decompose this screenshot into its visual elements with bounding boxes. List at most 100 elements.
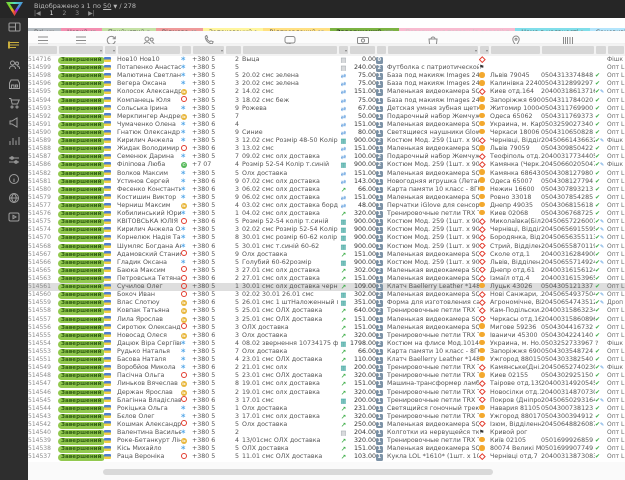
pen-icon: ✎ <box>600 235 604 241</box>
status-tab-4[interactable]: Запакований1 <box>203 18 264 31</box>
status-tab-2[interactable]: Прийнятий7 <box>102 18 156 31</box>
ukraine-flag-icon <box>104 373 111 378</box>
order-row[interactable]: 514563ЗавершенийПетровська Тетяна+380 62… <box>28 275 625 283</box>
filter-input-product[interactable] <box>388 46 478 54</box>
sidebar-item-settings-sliders[interactable] <box>0 151 28 170</box>
order-row[interactable]: 514594ЗавершенийКомпанець Юля+380 5318.0… <box>28 97 625 105</box>
order-row[interactable]: 514553ЗавершенийРудько Наталья*+380 57Ол… <box>28 348 625 356</box>
sidebar-item-announce[interactable] <box>0 113 28 132</box>
status-tab-1[interactable]: Новий48 <box>61 18 102 31</box>
filter-input-city[interactable] <box>491 46 540 54</box>
filter-input-count[interactable] <box>226 46 241 54</box>
page-button-3[interactable]: 3 <box>75 10 79 17</box>
filter-input-qty[interactable] <box>377 46 386 54</box>
filter-input-status[interactable] <box>59 46 103 54</box>
order-row[interactable]: 514560ЗавершенийБокоч Иван+380 5302.02 3… <box>28 291 625 299</box>
order-row[interactable]: 514539ЗавершенийРоке-Бетанкурт Лін...lc+… <box>28 437 625 445</box>
filter-input-price[interactable] <box>350 46 375 54</box>
status-tab-5[interactable]: Відправлений12 <box>263 18 330 31</box>
order-row[interactable]: 514596ЗавершенийВегера Оксана*+380 5320.… <box>28 80 625 88</box>
status-tab-7[interactable]: Повернення товару (в дорозі)0 <box>399 18 515 31</box>
order-row[interactable]: 514589ЗавершенийКирилич Анжела*+380 5312… <box>28 137 625 145</box>
order-row[interactable]: 514582ЗавершенийВолков Максим*+380 55Олх… <box>28 170 625 178</box>
page-button-1[interactable]: 1 <box>50 10 54 17</box>
order-row[interactable]: 514591ЗавершенийЧумаченко Олена*+380 64⇄… <box>28 121 625 129</box>
filter-input-mark[interactable] <box>596 46 606 54</box>
order-row[interactable]: 514549ЗавершенийВоробйов Микола*+380 622… <box>28 364 625 372</box>
filter-input-name[interactable] <box>118 46 180 54</box>
order-row[interactable]: 514595ЗавершенийКолосок Александрlc+380 … <box>28 88 625 96</box>
ttn-status-cell: ✔✎ <box>595 397 607 405</box>
order-row[interactable]: 514542ЗавершенийКошмак Александр+380 55О… <box>28 421 625 429</box>
order-row[interactable]: 514566ЗавершенийГладик Оксана*+380 55Гол… <box>28 259 625 267</box>
order-row[interactable]: 514540ЗавершенийВалентина Васильє...*+38… <box>28 429 625 437</box>
order-row[interactable]: 514557ЗавершенийЛила Ярославlc+380 5325.… <box>28 316 625 324</box>
order-row[interactable]: 514570ЗавершенийКорнелюк Надія Та...*+38… <box>28 234 625 242</box>
qty-cell: 1 <box>376 202 387 210</box>
order-row[interactable]: 514538ЗавершенийКісь Михайло*+380 55ОЛХ … <box>28 445 625 453</box>
sidebar-item-info[interactable] <box>0 170 28 189</box>
sidebar-item-clients[interactable] <box>0 56 28 75</box>
order-row[interactable]: 514547ЗавершенийЛиньков Вячеславlc+380 5… <box>28 380 625 388</box>
filter-input-phone[interactable] <box>193 46 224 54</box>
first-page-button[interactable]: |◀ <box>34 10 41 17</box>
order-row[interactable]: 514567ЗавершенийАдамовский Станис...+380… <box>28 251 625 259</box>
page-button-2[interactable]: 2 <box>62 10 66 17</box>
order-row[interactable]: 514588ЗавершенийЖидак Володимир+380 6313… <box>28 145 625 153</box>
order-row[interactable]: 514577ЗавершенийЧерниш Максимlc+380 5403… <box>28 202 625 210</box>
filter-input-mgr[interactable] <box>608 46 624 54</box>
sidebar-item-globe[interactable] <box>0 189 28 208</box>
ttn-number: 20400318613716 <box>541 88 595 96</box>
order-row[interactable]: 514574ЗавершенийКирилич Анжела Ол...*+38… <box>28 226 625 234</box>
filter-input-comment[interactable] <box>243 46 337 54</box>
order-row[interactable]: 514543ЗавершенийБєлов Олег*+380 5317.01 … <box>28 413 625 421</box>
sidebar-item-stats[interactable] <box>0 132 28 151</box>
order-row[interactable]: 514568ЗавершенийШумляс Богдана Ан...*+38… <box>28 243 625 251</box>
order-row[interactable]: 514590ЗавершенийГнатюк Олександр*+380 59… <box>28 129 625 137</box>
order-row[interactable]: 514599ЗавершенийПотапенко Анастас...*+38… <box>28 64 625 72</box>
order-row[interactable]: 514581ЗавершенийУстинов Сергей*+380 6907… <box>28 178 625 186</box>
status-tab-6[interactable]: Завершений278 <box>330 18 399 31</box>
filter-input-id[interactable] <box>29 46 57 54</box>
horizontal-scrollbar[interactable] <box>103 469 493 475</box>
order-row[interactable]: 514545ЗавершенийБлагінна Владіслава+380 … <box>28 397 625 405</box>
order-row[interactable]: 514554ЗавершенийДацюк Віра Сергіївна*+38… <box>28 340 625 348</box>
last-page-button[interactable]: ▶| <box>88 10 95 17</box>
status-tab-3[interactable]: Відмова42 <box>156 18 203 31</box>
filter-input-ttn[interactable] <box>542 46 594 54</box>
order-row[interactable]: 514580ЗавершенийФесенко Константин*+380 … <box>28 186 625 194</box>
order-row[interactable]: 514575ЗавершенийКВІТОВСЬКА ЮЛІЯ+380 65Ро… <box>28 218 625 226</box>
order-row[interactable]: 514546ЗавершенийДержан Ярославlc+380 521… <box>28 388 625 396</box>
order-comment: 17.01 смс <box>242 397 338 405</box>
sidebar-item-dashboard[interactable] <box>0 18 28 37</box>
order-row[interactable]: 514593ЗавершенийСольська Ірина*+380 59Ро… <box>28 105 625 113</box>
page-size-dropdown[interactable]: 50 <box>103 2 111 10</box>
order-row[interactable]: 514716ЗавершенийНов10 Нов10*+380 52Выца▤… <box>28 56 625 64</box>
sidebar-item-store[interactable] <box>0 75 28 94</box>
order-row[interactable]: 514556ЗавершенийСиротюк Олександр+380 53… <box>28 324 625 332</box>
order-row[interactable]: 514565ЗавершенийБаюка Максим+380 5327.01… <box>28 267 625 275</box>
order-id: 514598 <box>28 72 58 80</box>
order-row[interactable]: 514598ЗавершенийМалютина Светлана*+380 5… <box>28 72 625 80</box>
sidebar-item-orders-list[interactable] <box>0 37 28 56</box>
order-row[interactable]: 514544ЗавершенийРокіцька Ольга*+380 51Ол… <box>28 405 625 413</box>
order-row[interactable]: 514559ЗавершенийВлас Слотюуlc+380 6526.0… <box>28 299 625 307</box>
order-row[interactable]: 514558ЗавершенийКовпак Татьянаlc+380 552… <box>28 307 625 315</box>
sidebar-item-video[interactable] <box>0 208 28 227</box>
status-tab-8[interactable]: Нема в наявності1 <box>515 18 589 31</box>
order-row[interactable]: 514579ЗавершенийКостишин Виктор*+380 590… <box>28 194 625 202</box>
order-row[interactable]: 514592ЗавершенийМеркпингер Андрейlc+380 … <box>28 113 625 121</box>
filter-input-src[interactable] <box>182 46 191 54</box>
order-row[interactable]: 514551ЗавершенийБасова Наталя*+380 5423.… <box>28 356 625 364</box>
status-tab-9[interactable]: Самовивіз2 <box>590 18 625 31</box>
status-tab-0[interactable]: Всі471 <box>28 18 61 31</box>
sidebar-item-cart[interactable] <box>0 94 28 113</box>
payment-cell: ⇄ <box>338 113 349 121</box>
order-row[interactable]: 514576ЗавершенийКобилинський Юрий*+380 5… <box>28 210 625 218</box>
order-row[interactable]: 514587ЗавершенийСеменюк Дарина*+380 5709… <box>28 153 625 161</box>
order-row[interactable]: 514537ЗавершенийРаца Вероніка+380 5511.0… <box>28 453 625 461</box>
order-row[interactable]: 514561ЗавершенийСучилов Олег+380 5130.01… <box>28 283 625 291</box>
order-row[interactable]: 514555ЗавершенийНовосад Олесяlc+380 63Ол… <box>28 332 625 340</box>
order-row[interactable]: 514586ЗавершенийФіліпова Люба✆+7 074Розм… <box>28 161 625 169</box>
order-row[interactable]: 514548ЗавершенийПасічна Ольга+380 5523.0… <box>28 372 625 380</box>
